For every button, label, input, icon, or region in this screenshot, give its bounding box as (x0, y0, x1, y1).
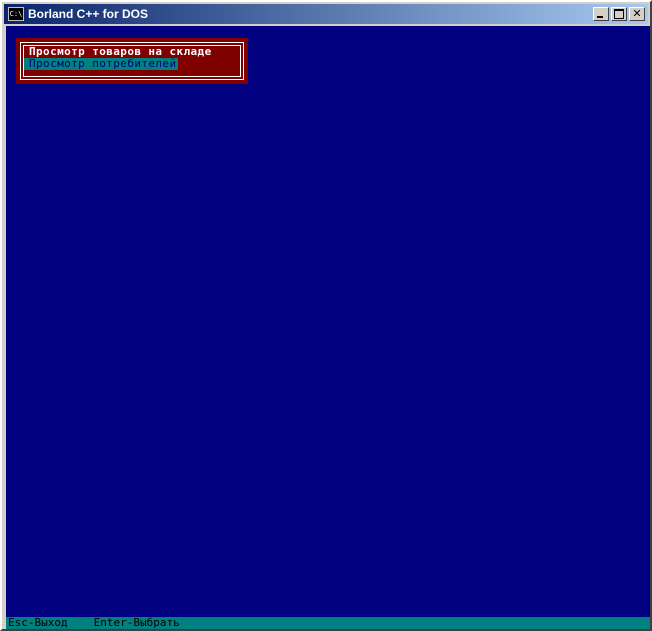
status-hint-select: Enter-Выбрать (93, 616, 180, 629)
command-prompt-icon[interactable]: C:\ (8, 7, 24, 21)
close-button[interactable]: ✕ (629, 7, 645, 21)
window-controls: ✕ (593, 7, 645, 21)
status-hint-exit: Esc-Выход (8, 616, 68, 629)
title-bar[interactable]: C:\ Borland C++ for DOS ✕ (4, 4, 648, 24)
close-icon: ✕ (632, 7, 642, 20)
minimize-button[interactable] (593, 7, 609, 21)
status-bar: Esc-Выход Enter-Выбрать (6, 617, 650, 629)
console-window: C:\ Borland C++ for DOS ✕ Просмотр товар… (0, 0, 652, 631)
console-area: Просмотр товаров на складе Просмотр потр… (6, 26, 650, 629)
main-menu: Просмотр товаров на складе Просмотр потр… (16, 38, 248, 84)
window-title: Borland C++ for DOS (28, 7, 149, 21)
menu-item-view-customers[interactable]: Просмотр потребителей (24, 58, 179, 70)
maximize-button[interactable] (611, 7, 627, 21)
